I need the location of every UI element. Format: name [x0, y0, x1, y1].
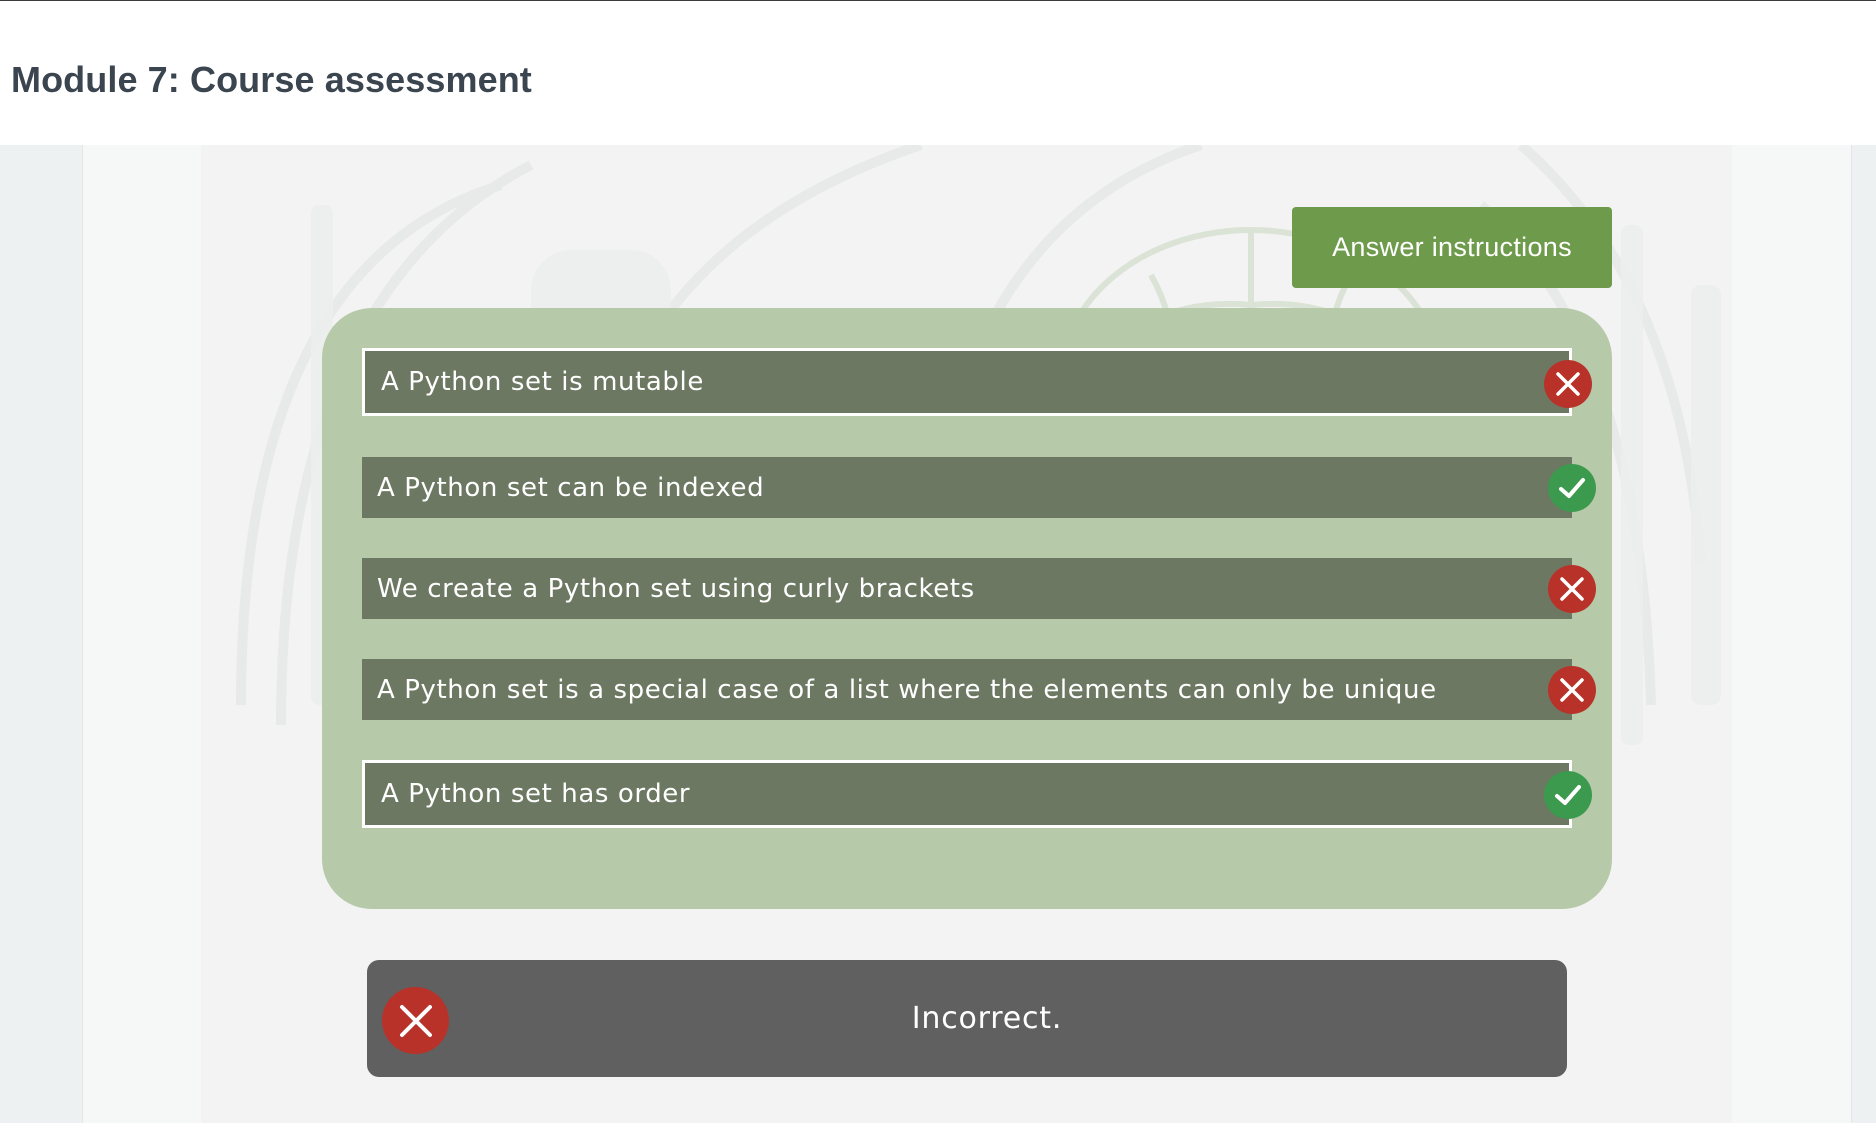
- answer-option-label: A Python set can be indexed: [377, 472, 765, 503]
- check-icon: [1544, 771, 1592, 819]
- answer-option[interactable]: A Python set is a special case of a list…: [362, 659, 1572, 720]
- answer-option[interactable]: A Python set can be indexed: [362, 457, 1572, 518]
- close-icon: [1548, 666, 1596, 714]
- answer-instructions-button[interactable]: Answer instructions: [1292, 207, 1612, 288]
- answer-option[interactable]: A Python set has order: [362, 760, 1572, 828]
- answer-option[interactable]: A Python set is mutable: [362, 348, 1572, 416]
- answer-option[interactable]: We create a Python set using curly brack…: [362, 558, 1572, 619]
- feedback-message: Incorrect.: [911, 1001, 1063, 1036]
- check-icon: [1548, 464, 1596, 512]
- answer-option-label: We create a Python set using curly brack…: [377, 573, 975, 604]
- close-icon: [1548, 565, 1596, 613]
- close-icon: [382, 987, 449, 1054]
- close-icon: [1544, 360, 1592, 408]
- answer-option-label: A Python set is mutable: [381, 367, 704, 397]
- page-header: Module 7: Course assessment: [0, 1, 1876, 145]
- answer-option-label: A Python set is a special case of a list…: [377, 674, 1437, 705]
- page-title: Module 7: Course assessment: [11, 59, 532, 100]
- answer-option-label: A Python set has order: [381, 779, 691, 809]
